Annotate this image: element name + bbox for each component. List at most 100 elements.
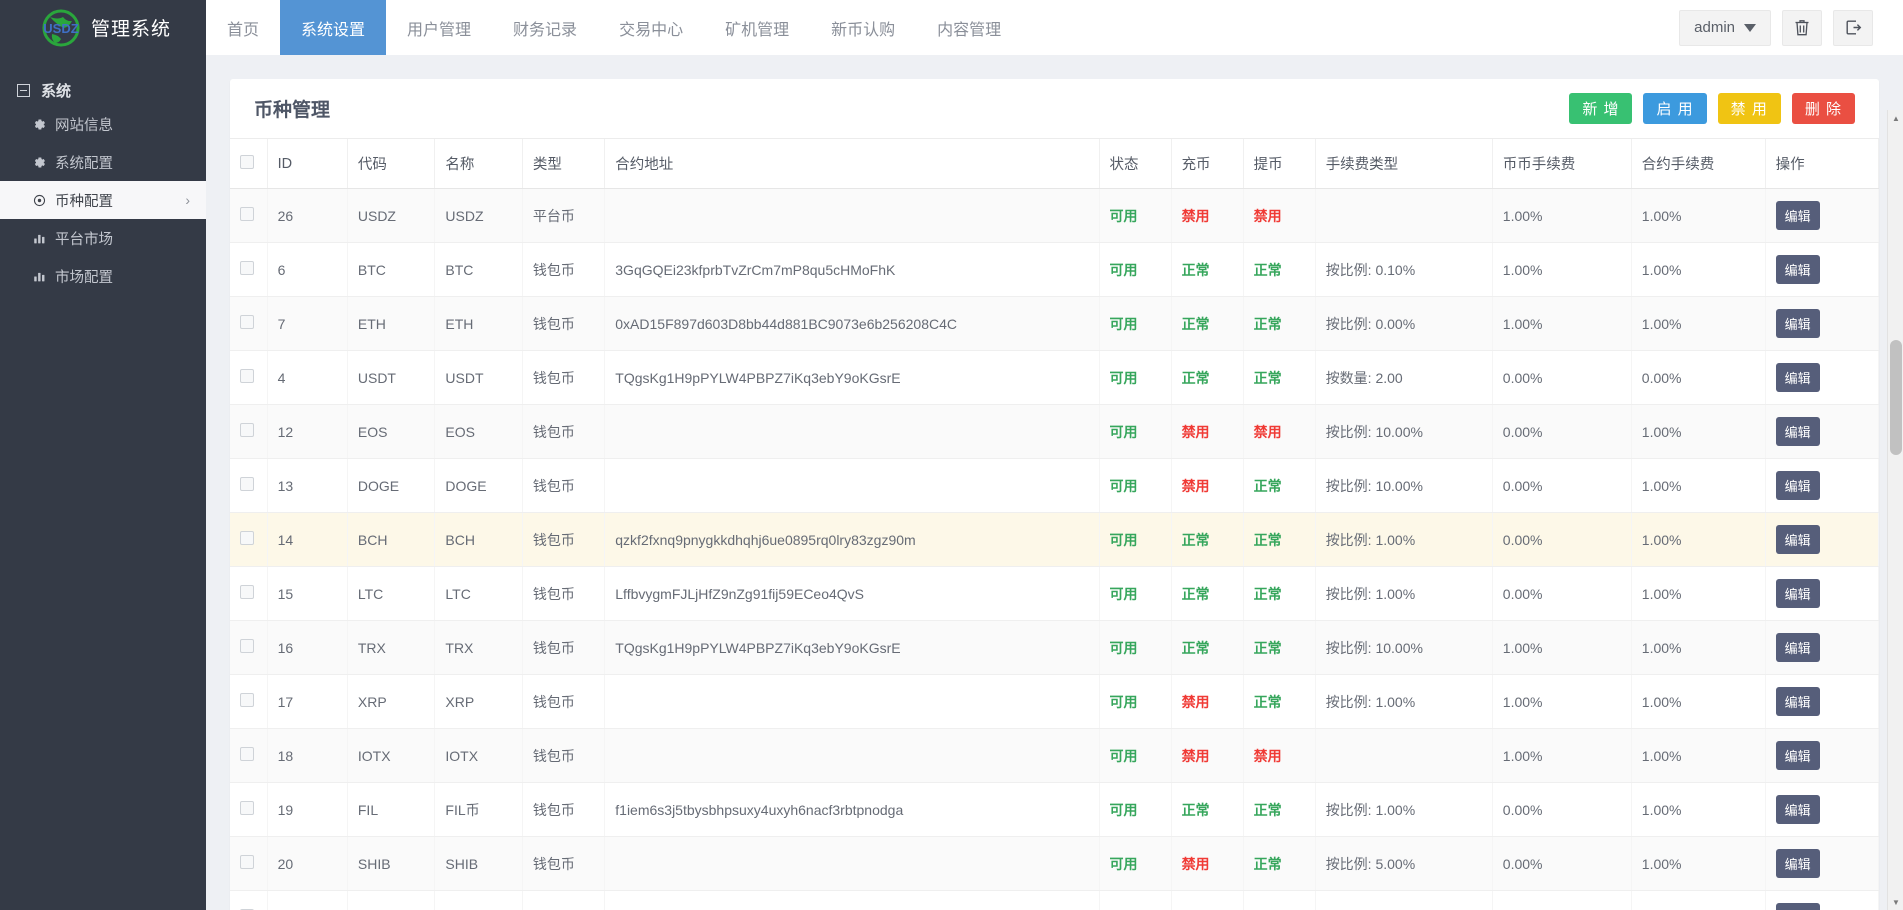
table-row[interactable]: 16TRXTRX钱包币TQgsKg1H9pPYLW4PBPZ7iKq3ebY9o… bbox=[230, 621, 1879, 675]
cell-operation: 编辑 bbox=[1765, 297, 1878, 351]
row-checkbox[interactable] bbox=[240, 747, 254, 761]
clear-cache-button[interactable] bbox=[1782, 10, 1822, 46]
edit-button[interactable]: 编辑 bbox=[1776, 201, 1820, 230]
cell-spot-fee: 1.00% bbox=[1492, 243, 1631, 297]
cell-id: 16 bbox=[267, 621, 347, 675]
edit-button[interactable]: 编辑 bbox=[1776, 633, 1820, 662]
nav-item-1[interactable]: 系统设置 bbox=[280, 0, 386, 55]
row-checkbox[interactable] bbox=[240, 801, 254, 815]
status-badge: 可用 bbox=[1110, 208, 1138, 224]
cell-status: 可用 bbox=[1099, 243, 1171, 297]
cell-deposit: 禁用 bbox=[1171, 891, 1243, 910]
deposit-badge: 正常 bbox=[1182, 532, 1210, 548]
nav-item-6[interactable]: 新币认购 bbox=[810, 0, 916, 55]
sidebar-group-system[interactable]: 系统 bbox=[0, 75, 206, 105]
row-checkbox[interactable] bbox=[240, 855, 254, 869]
cell-address: f1iem6s3j5tbysbhpsuxy4uxyh6nacf3rbtpnodg… bbox=[605, 783, 1099, 837]
sidebar-item-platform-market[interactable]: 平台市场 bbox=[0, 219, 206, 257]
scroll-down-icon[interactable]: ▼ bbox=[1888, 894, 1903, 910]
sidebar-item-coin-config[interactable]: 币种配置 › bbox=[0, 181, 206, 219]
edit-button[interactable]: 编辑 bbox=[1776, 363, 1820, 392]
cell-address bbox=[605, 405, 1099, 459]
cell-operation: 编辑 bbox=[1765, 783, 1878, 837]
row-checkbox[interactable] bbox=[240, 369, 254, 383]
row-checkbox[interactable] bbox=[240, 639, 254, 653]
row-checkbox[interactable] bbox=[240, 531, 254, 545]
cell-contract-fee: 1.00% bbox=[1631, 405, 1765, 459]
table-row[interactable]: 14BCHBCH钱包币qzkf2fxnq9pnygkkdhqhj6ue0895r… bbox=[230, 513, 1879, 567]
cell-code: EOS bbox=[347, 405, 435, 459]
row-checkbox[interactable] bbox=[240, 207, 254, 221]
scroll-up-icon[interactable]: ▲ bbox=[1888, 110, 1903, 126]
status-badge: 可用 bbox=[1110, 856, 1138, 872]
nav-item-2[interactable]: 用户管理 bbox=[386, 0, 492, 55]
edit-button[interactable]: 编辑 bbox=[1776, 795, 1820, 824]
row-select-cell bbox=[230, 567, 267, 621]
nav-item-7[interactable]: 内容管理 bbox=[916, 0, 1022, 55]
cell-withdraw: 正常 bbox=[1243, 351, 1315, 405]
cell-fee-type: 按比例: 10.00% bbox=[1315, 891, 1492, 910]
row-checkbox[interactable] bbox=[240, 423, 254, 437]
edit-button[interactable]: 编辑 bbox=[1776, 903, 1820, 910]
table-row[interactable]: 21FLOWFLOW币钱包币可用禁用正常按比例: 10.00%1.00%1.00… bbox=[230, 891, 1879, 910]
nav-item-3[interactable]: 财务记录 bbox=[492, 0, 598, 55]
row-checkbox[interactable] bbox=[240, 261, 254, 275]
cell-deposit: 禁用 bbox=[1171, 189, 1243, 243]
table-row[interactable]: 18IOTXIOTX钱包币可用禁用禁用1.00%1.00%编辑 bbox=[230, 729, 1879, 783]
cell-address bbox=[605, 459, 1099, 513]
scrollbar-thumb[interactable] bbox=[1890, 340, 1902, 455]
edit-button[interactable]: 编辑 bbox=[1776, 579, 1820, 608]
page-scrollbar[interactable]: ▲ ▼ bbox=[1887, 110, 1903, 910]
table-row[interactable]: 15LTCLTC钱包币LffbvygmFJLjHfZ9nZg91fij59ECe… bbox=[230, 567, 1879, 621]
cell-contract-fee: 1.00% bbox=[1631, 243, 1765, 297]
row-checkbox[interactable] bbox=[240, 315, 254, 329]
cell-deposit: 禁用 bbox=[1171, 837, 1243, 891]
edit-button[interactable]: 编辑 bbox=[1776, 687, 1820, 716]
sidebar-item-system-config[interactable]: 系统配置 bbox=[0, 143, 206, 181]
add-button[interactable]: 新 增 bbox=[1569, 93, 1632, 124]
withdraw-badge: 正常 bbox=[1254, 370, 1282, 386]
table-row[interactable]: 26USDZUSDZ平台币可用禁用禁用1.00%1.00%编辑 bbox=[230, 189, 1879, 243]
table-row[interactable]: 13DOGEDOGE钱包币可用禁用正常按比例: 10.00%0.00%1.00%… bbox=[230, 459, 1879, 513]
table-row[interactable]: 6BTCBTC钱包币3GqGQEi23kfprbTvZrCm7mP8qu5cHM… bbox=[230, 243, 1879, 297]
nav-item-5[interactable]: 矿机管理 bbox=[704, 0, 810, 55]
select-all-checkbox[interactable] bbox=[240, 155, 254, 169]
table-row[interactable]: 12EOSEOS钱包币可用禁用禁用按比例: 10.00%0.00%1.00%编辑 bbox=[230, 405, 1879, 459]
row-checkbox[interactable] bbox=[240, 693, 254, 707]
row-select-cell bbox=[230, 459, 267, 513]
cell-name: DOGE bbox=[435, 459, 523, 513]
sidebar-item-market-config[interactable]: 市场配置 bbox=[0, 257, 206, 295]
edit-button[interactable]: 编辑 bbox=[1776, 471, 1820, 500]
user-menu-button[interactable]: admin bbox=[1679, 10, 1771, 46]
disable-button[interactable]: 禁 用 bbox=[1718, 93, 1781, 124]
cell-address bbox=[605, 189, 1099, 243]
nav-item-4[interactable]: 交易中心 bbox=[598, 0, 704, 55]
table-row[interactable]: 20SHIBSHIB钱包币可用禁用正常按比例: 5.00%0.00%1.00%编… bbox=[230, 837, 1879, 891]
edit-button[interactable]: 编辑 bbox=[1776, 309, 1820, 338]
brand-logo-area[interactable]: USDZ 管理系统 bbox=[0, 0, 206, 55]
sidebar-item-label: 币种配置 bbox=[55, 190, 113, 211]
table-row[interactable]: 4USDTUSDT钱包币TQgsKg1H9pPYLW4PBPZ7iKq3ebY9… bbox=[230, 351, 1879, 405]
sidebar-item-website-info[interactable]: 网站信息 bbox=[0, 105, 206, 143]
table-row[interactable]: 19FILFIL币钱包币f1iem6s3j5tbysbhpsuxy4uxyh6n… bbox=[230, 783, 1879, 837]
edit-button[interactable]: 编辑 bbox=[1776, 417, 1820, 446]
delete-button[interactable]: 删 除 bbox=[1792, 93, 1855, 124]
row-checkbox[interactable] bbox=[240, 585, 254, 599]
table-row[interactable]: 17XRPXRP钱包币可用禁用正常按比例: 1.00%1.00%1.00%编辑 bbox=[230, 675, 1879, 729]
table-row[interactable]: 7ETHETH钱包币0xAD15F897d603D8bb44d881BC9073… bbox=[230, 297, 1879, 351]
cell-type: 平台币 bbox=[522, 189, 604, 243]
logout-button[interactable] bbox=[1833, 10, 1873, 46]
cell-id: 21 bbox=[267, 891, 347, 910]
nav-item-0[interactable]: 首页 bbox=[206, 0, 280, 55]
edit-button[interactable]: 编辑 bbox=[1776, 255, 1820, 284]
edit-button[interactable]: 编辑 bbox=[1776, 849, 1820, 878]
edit-button[interactable]: 编辑 bbox=[1776, 525, 1820, 554]
row-checkbox[interactable] bbox=[240, 477, 254, 491]
cell-code: BTC bbox=[347, 243, 435, 297]
cell-spot-fee: 1.00% bbox=[1492, 189, 1631, 243]
cell-withdraw: 禁用 bbox=[1243, 189, 1315, 243]
edit-button[interactable]: 编辑 bbox=[1776, 741, 1820, 770]
cell-code: BCH bbox=[347, 513, 435, 567]
bar-chart-icon bbox=[32, 270, 47, 283]
enable-button[interactable]: 启 用 bbox=[1643, 93, 1706, 124]
